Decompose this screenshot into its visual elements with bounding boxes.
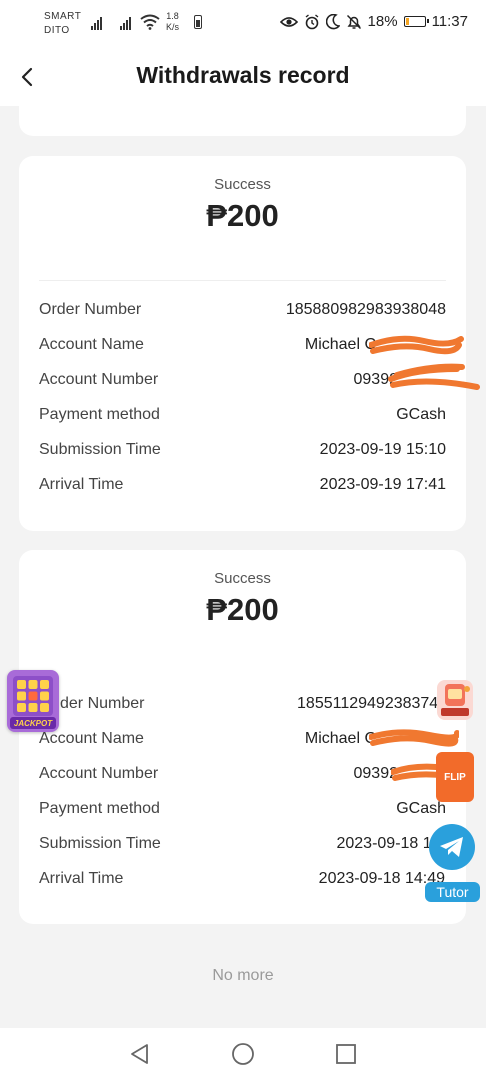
tutor-label[interactable]: Tutor [425, 882, 480, 902]
divider [39, 280, 446, 281]
row-value: GCash [396, 800, 446, 817]
flip-label: FLIP [444, 771, 466, 783]
arrival-time-row: Arrival Time 2023-09-18 14:49 [39, 870, 446, 890]
row-label: Account Number [39, 765, 159, 782]
moon-icon [325, 13, 340, 29]
nav-home-button[interactable] [230, 1041, 256, 1067]
circle-home-icon [232, 1043, 254, 1065]
account-name-row: Account Name Michael C [39, 336, 446, 356]
withdrawal-record-card: Success ₱200 der Number 1855112949238374… [19, 550, 466, 924]
row-label: Payment method [39, 800, 160, 817]
eye-icon [279, 16, 298, 27]
row-value: 09392 [353, 765, 399, 782]
row-value: 2023-09-19 17:41 [319, 476, 446, 493]
account-name-row: Account Name Michael C [39, 730, 446, 750]
signal-icon-2 [120, 14, 131, 30]
row-label: Order Number [39, 301, 142, 318]
jackpot-widget-small[interactable] [437, 680, 473, 720]
record-amount: ₱200 [206, 198, 279, 233]
app-header: Withdrawals record [0, 48, 486, 106]
nav-recents-button[interactable] [333, 1041, 359, 1067]
row-label: Payment method [39, 406, 160, 423]
clock-time: 11:37 [431, 13, 468, 30]
submission-time-row: Submission Time 2023-09-19 15:10 [39, 441, 446, 461]
network-speed: 1.8 K/s [166, 11, 179, 33]
account-number-row: Account Number 09392 [39, 765, 446, 785]
flip-widget[interactable]: FLIP [436, 752, 474, 802]
square-recents-icon [336, 1044, 356, 1064]
order-number-row: Order Number 185880982983938048 [39, 301, 446, 321]
no-more-label: No more [212, 967, 274, 984]
nav-back-button[interactable] [127, 1041, 153, 1067]
speed-value: 1.8 [166, 11, 179, 21]
row-label: Arrival Time [39, 870, 124, 887]
account-number-row: Account Number 09392 [39, 371, 446, 391]
status-icons: 18% 11:37 [279, 13, 468, 30]
carrier-name-1: SMART [44, 11, 82, 22]
battery-percent: 18% [367, 13, 398, 30]
submission-time-row: Submission Time 2023-09-18 14: [39, 835, 446, 855]
row-label: Arrival Time [39, 476, 124, 493]
jackpot-widget[interactable]: JACKPOT [7, 670, 59, 732]
row-label: der Number [60, 695, 145, 712]
order-number-row: der Number 185511294923837440 [39, 695, 456, 715]
bell-off-icon [346, 14, 361, 29]
record-amount: ₱200 [206, 592, 279, 627]
battery-icon [403, 16, 429, 27]
signal-icon [91, 14, 102, 30]
telegram-button[interactable] [429, 824, 475, 870]
triangle-back-icon [131, 1044, 148, 1064]
record-status: Success [214, 176, 271, 193]
payment-method-row: Payment method GCash [39, 406, 446, 426]
row-label: Submission Time [39, 441, 161, 458]
previous-record-card [19, 106, 466, 136]
battery-fill [405, 18, 409, 25]
row-value: 2023-09-19 15:10 [319, 441, 446, 458]
telegram-icon [440, 837, 463, 857]
speed-unit: K/s [166, 22, 180, 32]
carrier-name-2: DITO [44, 25, 70, 36]
arrival-time-row: Arrival Time 2023-09-19 17:41 [39, 476, 446, 496]
system-nav-bar [0, 1028, 486, 1080]
row-value: 185511294923837440 [297, 695, 456, 712]
jackpot-machine-icon [441, 684, 470, 716]
record-status: Success [214, 570, 271, 587]
payment-method-row: Payment method GCash [39, 800, 446, 820]
page-title: Withdrawals record [136, 62, 350, 88]
row-value: Michael C [304, 336, 376, 353]
row-label: Account Name [39, 336, 144, 353]
status-bar: SMART DITO 1.8 K/s 18% 11:37 [0, 0, 486, 48]
row-value: 185880982983938048 [285, 301, 446, 318]
withdrawal-record-card: Success ₱200 Order Number 18588098298393… [19, 156, 480, 531]
row-label: Account Number [39, 371, 159, 388]
carrier-info: SMART DITO [44, 10, 81, 38]
alarm-icon [305, 13, 318, 29]
wifi-icon [140, 14, 160, 30]
row-value: 09392 [353, 371, 399, 388]
row-value: GCash [396, 406, 446, 423]
sim-battery-icon [194, 15, 202, 29]
row-label: Submission Time [39, 835, 161, 852]
row-value: Michael C [304, 730, 376, 747]
jackpot-label: JACKPOT [13, 719, 53, 728]
row-label: Account Name [39, 730, 144, 747]
